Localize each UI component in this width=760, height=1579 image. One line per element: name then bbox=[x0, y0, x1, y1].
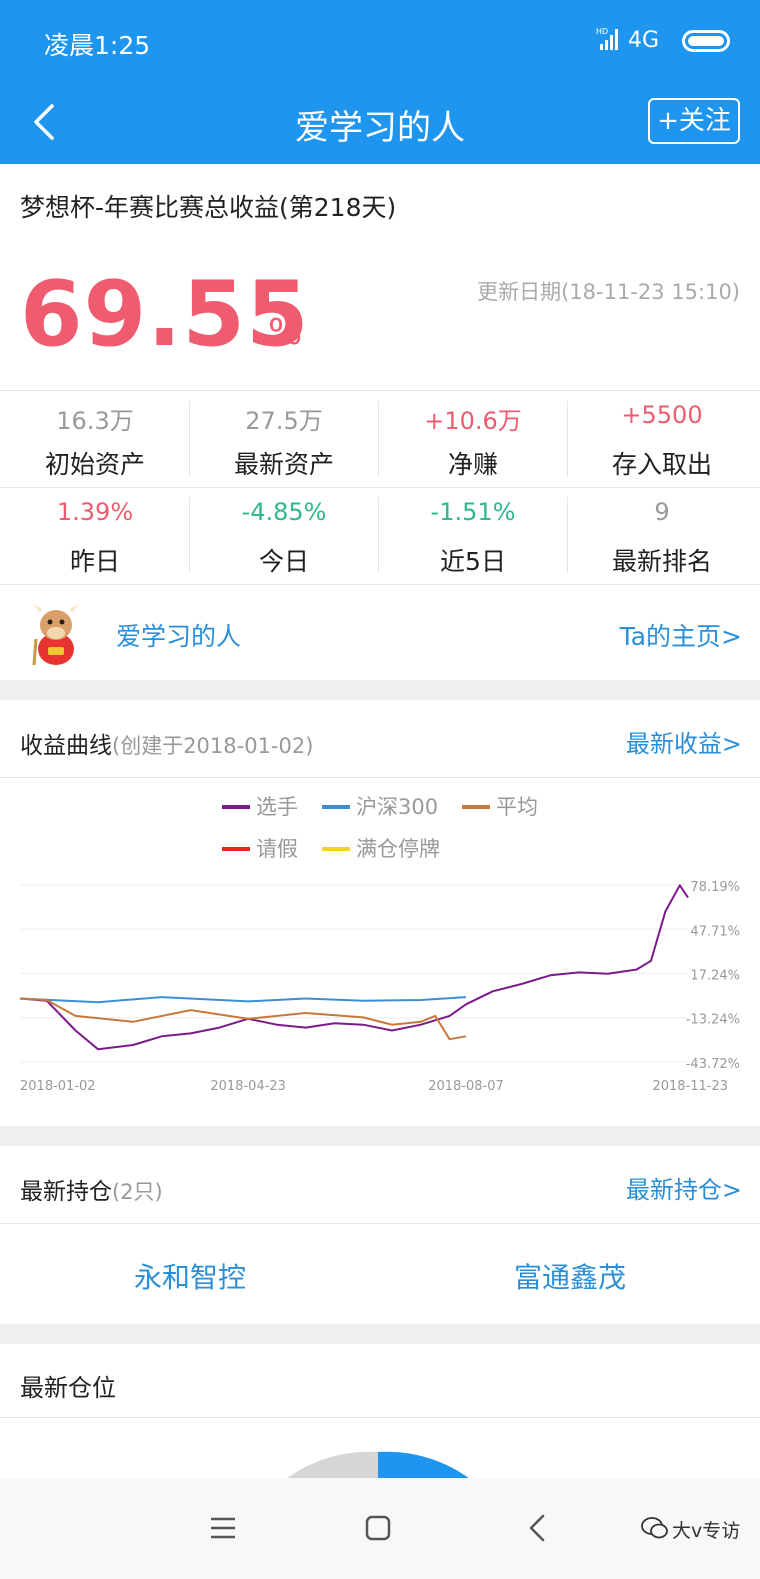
stat-value: +10.6万 bbox=[424, 407, 522, 435]
stat-value: 27.5万 bbox=[245, 407, 323, 435]
series-line-沪深300 bbox=[19, 996, 467, 1004]
user-row[interactable]: 爱学习的人 Ta的主页> bbox=[0, 584, 760, 680]
stock-item[interactable]: 富通鑫茂 bbox=[380, 1256, 760, 1296]
holdings-title: 最新持仓 bbox=[20, 1179, 112, 1205]
signal-icon: HD bbox=[596, 27, 618, 50]
curve-title: 收益曲线 bbox=[20, 733, 112, 759]
latest-return-link[interactable]: 最新收益> bbox=[626, 724, 742, 759]
stat-net-profit: +10.6万 净赚 bbox=[378, 391, 568, 487]
section-title: 收益曲线(创建于2018-01-02) bbox=[20, 726, 313, 760]
return-chart: 选手 沪深300 平均请假 满仓停牌 78.19% 47.71% 17.24% -13.24%… bbox=[0, 778, 760, 1126]
y-tick-label: -13.24% bbox=[686, 1013, 740, 1028]
section-title: 最新持仓(2只) bbox=[20, 1172, 163, 1206]
page-title: 爱学习的人 bbox=[295, 108, 465, 148]
avatar bbox=[32, 603, 80, 666]
stat-deposit-withdraw: +5500 存入取出 bbox=[567, 391, 757, 487]
percent-sign: % bbox=[268, 312, 303, 353]
competition-title: 梦想杯-年赛比赛总收益(第218天) bbox=[20, 193, 397, 222]
latest-holdings-link[interactable]: 最新持仓> bbox=[626, 1170, 742, 1205]
stat-value: 1.39% bbox=[56, 498, 134, 526]
homepage-link[interactable]: Ta的主页> bbox=[620, 617, 742, 653]
y-tick-label: 17.24% bbox=[690, 968, 740, 983]
watermark-text: 大v专访 bbox=[672, 1520, 741, 1542]
stat-latest-rank: 9 最新排名 bbox=[567, 488, 757, 584]
total-return-value: 69.55 bbox=[20, 262, 310, 367]
stat-latest-assets: 27.5万 最新资产 bbox=[189, 391, 379, 487]
series-line-选手 bbox=[19, 884, 689, 1051]
return-curve-header: 收益曲线(创建于2018-01-02) 最新收益> bbox=[0, 700, 760, 778]
menu-icon[interactable] bbox=[203, 1508, 243, 1548]
network-type: 4G bbox=[628, 28, 660, 53]
stat-label: 净赚 bbox=[447, 450, 498, 479]
stat-yesterday: 1.39% 昨日 bbox=[0, 488, 190, 584]
app-header: 爱学习的人 +关注 bbox=[0, 82, 760, 164]
battery-icon bbox=[682, 30, 730, 52]
stat-value: -1.51% bbox=[430, 498, 516, 526]
legend-label: 选手 bbox=[256, 795, 298, 819]
x-tick-label: 2018-01-02 bbox=[20, 1079, 96, 1094]
stat-label: 存入取出 bbox=[611, 450, 712, 479]
curve-created-date: (创建于2018-01-02) bbox=[112, 734, 314, 758]
clock: 凌晨1:25 bbox=[44, 31, 151, 60]
holdings-list: 永和智控 富通鑫茂 bbox=[0, 1224, 760, 1324]
holdings-header: 最新持仓(2只) 最新持仓> bbox=[0, 1146, 760, 1224]
stat-label: 最新排名 bbox=[611, 547, 712, 576]
stat-value: +5500 bbox=[621, 401, 703, 429]
stat-value: 16.3万 bbox=[56, 407, 134, 435]
legend-label: 沪深300 bbox=[356, 795, 438, 819]
back-icon[interactable] bbox=[518, 1508, 558, 1548]
x-tick-label: 2018-08-07 bbox=[428, 1079, 504, 1094]
hd-label: HD bbox=[596, 27, 608, 36]
stat-label: 初始资产 bbox=[44, 450, 145, 479]
stat-value: -4.85% bbox=[241, 498, 327, 526]
user-name[interactable]: 爱学习的人 bbox=[116, 617, 241, 653]
wechat-icon bbox=[641, 1517, 668, 1539]
return-chart-svg: 选手 沪深300 平均请假 满仓停牌 78.19% 47.71% 17.24% -13.24%… bbox=[19, 795, 740, 1094]
position-header: 最新仓位 bbox=[0, 1344, 760, 1418]
watermark: 大v专访 bbox=[640, 1514, 752, 1544]
stat-label: 最新资产 bbox=[233, 450, 334, 479]
legend-label: 满仓停牌 bbox=[356, 837, 440, 861]
stat-label: 今日 bbox=[258, 547, 309, 576]
series-line-平均 bbox=[19, 997, 467, 1041]
legend-label: 平均 bbox=[496, 795, 538, 819]
follow-button[interactable]: +关注 bbox=[648, 98, 740, 144]
legend-label: 请假 bbox=[256, 837, 298, 861]
y-tick-label: 47.71% bbox=[690, 924, 740, 939]
stat-label: 近5日 bbox=[440, 547, 506, 576]
holdings-count: (2只) bbox=[112, 1180, 163, 1204]
stat-today: -4.85% 今日 bbox=[189, 488, 379, 584]
stock-item[interactable]: 永和智控 bbox=[0, 1256, 380, 1296]
system-nav-bar: 大v专访 bbox=[0, 1478, 760, 1579]
position-title: 最新仓位 bbox=[20, 1374, 116, 1402]
status-bar: 凌晨1:25 HD 4G bbox=[0, 0, 760, 82]
x-tick-label: 2018-11-23 bbox=[652, 1079, 728, 1094]
update-date: 更新日期(18-11-23 15:10) bbox=[477, 280, 740, 304]
stats-grid: 16.3万 初始资产 27.5万 最新资产 +10.6万 净赚 +5500 存入… bbox=[0, 390, 760, 584]
stat-last-5-days: -1.51% 近5日 bbox=[378, 488, 568, 584]
home-icon[interactable] bbox=[358, 1508, 398, 1548]
x-tick-label: 2018-04-23 bbox=[210, 1079, 286, 1094]
stat-initial-assets: 16.3万 初始资产 bbox=[0, 391, 190, 487]
y-tick-label: 78.19% bbox=[690, 880, 740, 895]
stat-label: 昨日 bbox=[69, 547, 120, 576]
stat-value: 9 bbox=[654, 498, 670, 526]
y-tick-label: -43.72% bbox=[686, 1057, 740, 1072]
